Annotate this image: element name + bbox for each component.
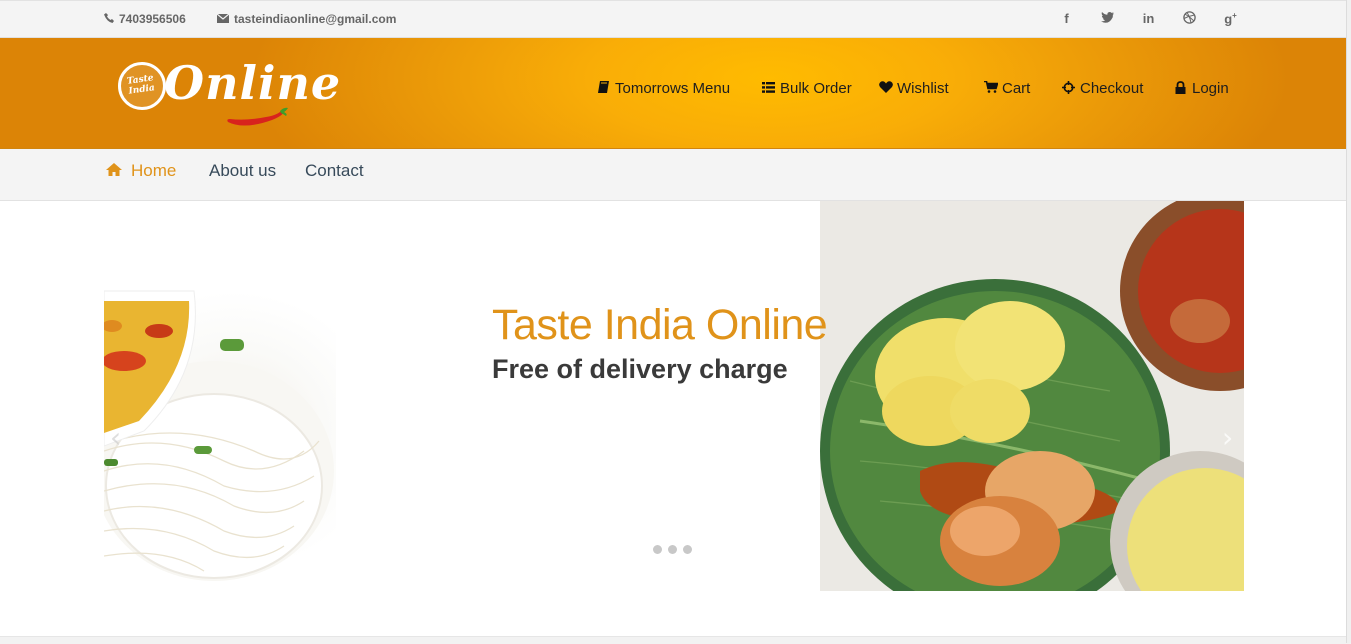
social-links: f in g+ <box>1046 11 1251 27</box>
food-image-right <box>820 201 1244 591</box>
heart-icon <box>879 81 893 96</box>
home-icon <box>106 161 122 181</box>
book-icon <box>597 81 610 96</box>
slider-dots <box>653 545 692 554</box>
phone-icon <box>104 12 114 26</box>
nav-wishlist[interactable]: Wishlist <box>879 80 949 97</box>
slider-dot-1[interactable] <box>653 545 662 554</box>
cart-icon <box>984 80 999 96</box>
nav-home-label: Home <box>131 161 177 180</box>
food-image-left <box>104 201 336 591</box>
nav-label: Checkout <box>1080 80 1144 97</box>
slide-title: Taste India Online <box>492 301 828 349</box>
twitter-icon[interactable] <box>1087 11 1128 27</box>
phone-contact[interactable]: 7403956506 <box>104 12 186 26</box>
scrollbar[interactable] <box>1346 0 1351 643</box>
nav-label: Login <box>1192 80 1229 97</box>
dribbble-icon[interactable] <box>1169 11 1210 27</box>
hero-slider: Taste India Online Free of delivery char… <box>104 201 1244 591</box>
site-header: Taste India Online Tomorrows Menu Bulk O… <box>0 38 1351 149</box>
slide-subtitle: Free of delivery charge <box>492 354 788 384</box>
phone-number: 7403956506 <box>119 12 186 26</box>
top-contact-bar: 7403956506 tasteindiaonline@gmail.com f … <box>0 0 1351 38</box>
nav-bulk-order[interactable]: Bulk Order <box>762 80 852 97</box>
nav-label: Tomorrows Menu <box>615 80 731 97</box>
nav-contact[interactable]: Contact <box>305 161 364 181</box>
slider-dot-3[interactable] <box>683 545 692 554</box>
nav-label: Cart <box>1002 80 1031 97</box>
email-contact[interactable]: tasteindiaonline@gmail.com <box>216 12 397 26</box>
main-nav: Tomorrows Menu Bulk Order Wishlist Cart … <box>0 80 1351 100</box>
nav-label: Wishlist <box>897 80 949 97</box>
list-icon <box>762 81 775 96</box>
nav-tomorrows-menu[interactable]: Tomorrows Menu <box>597 80 730 97</box>
facebook-icon[interactable]: f <box>1046 11 1087 27</box>
nav-home[interactable]: Home <box>106 161 176 181</box>
nav-checkout[interactable]: Checkout <box>1062 80 1143 97</box>
slider-next-arrow[interactable]: › <box>1222 421 1233 454</box>
envelope-icon <box>216 12 230 26</box>
linkedin-icon[interactable]: in <box>1128 11 1169 27</box>
nav-label: Bulk Order <box>780 80 852 97</box>
crosshairs-icon <box>1062 80 1075 97</box>
slider-prev-arrow[interactable]: ‹ <box>110 421 121 454</box>
slider-dot-2[interactable] <box>668 545 677 554</box>
google-plus-icon[interactable]: g+ <box>1210 11 1251 27</box>
nav-login[interactable]: Login <box>1174 80 1229 97</box>
nav-cart[interactable]: Cart <box>984 80 1030 97</box>
nav-about[interactable]: About us <box>209 161 276 181</box>
lock-icon <box>1174 80 1187 97</box>
email-address: tasteindiaonline@gmail.com <box>234 12 397 26</box>
secondary-nav: Home About us Contact <box>0 149 1351 201</box>
chili-icon <box>227 107 288 126</box>
